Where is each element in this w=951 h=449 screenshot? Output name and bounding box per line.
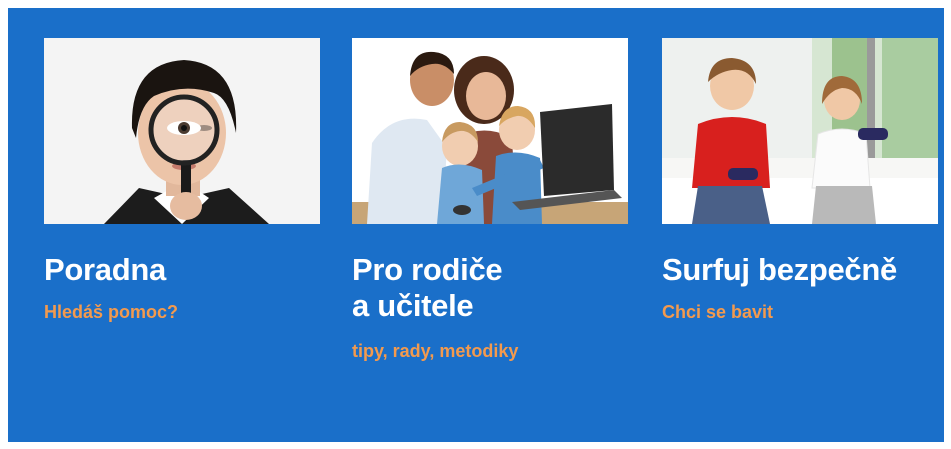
card-title-line-2: a učitele [352, 288, 474, 323]
promo-panel: Poradna Hledáš pomoc? Pro rodiče a učite… [8, 8, 944, 442]
card-title[interactable]: Pro rodiče a učitele [352, 252, 632, 324]
card-subtitle-link[interactable]: tipy, rady, metodiky [352, 340, 632, 362]
card-surfuj-bezpecne[interactable]: Surfuj bezpečně Chci se bavit [662, 38, 942, 323]
card-subtitle-link[interactable]: Chci se bavit [662, 301, 942, 323]
photo-family-with-laptop[interactable] [352, 38, 628, 224]
card-subtitle-link[interactable]: Hledáš pomoc? [44, 301, 324, 323]
card-title[interactable]: Surfuj bezpečně [662, 252, 942, 288]
card-title[interactable]: Poradna [44, 252, 324, 288]
photo-woman-magnifying-glass[interactable] [44, 38, 320, 224]
card-poradna[interactable]: Poradna Hledáš pomoc? [44, 38, 324, 323]
card-pro-rodice[interactable]: Pro rodiče a učitele tipy, rady, metodik… [352, 38, 632, 362]
photo-kids-video-games[interactable] [662, 38, 938, 224]
card-title-line-1: Pro rodiče [352, 252, 503, 287]
